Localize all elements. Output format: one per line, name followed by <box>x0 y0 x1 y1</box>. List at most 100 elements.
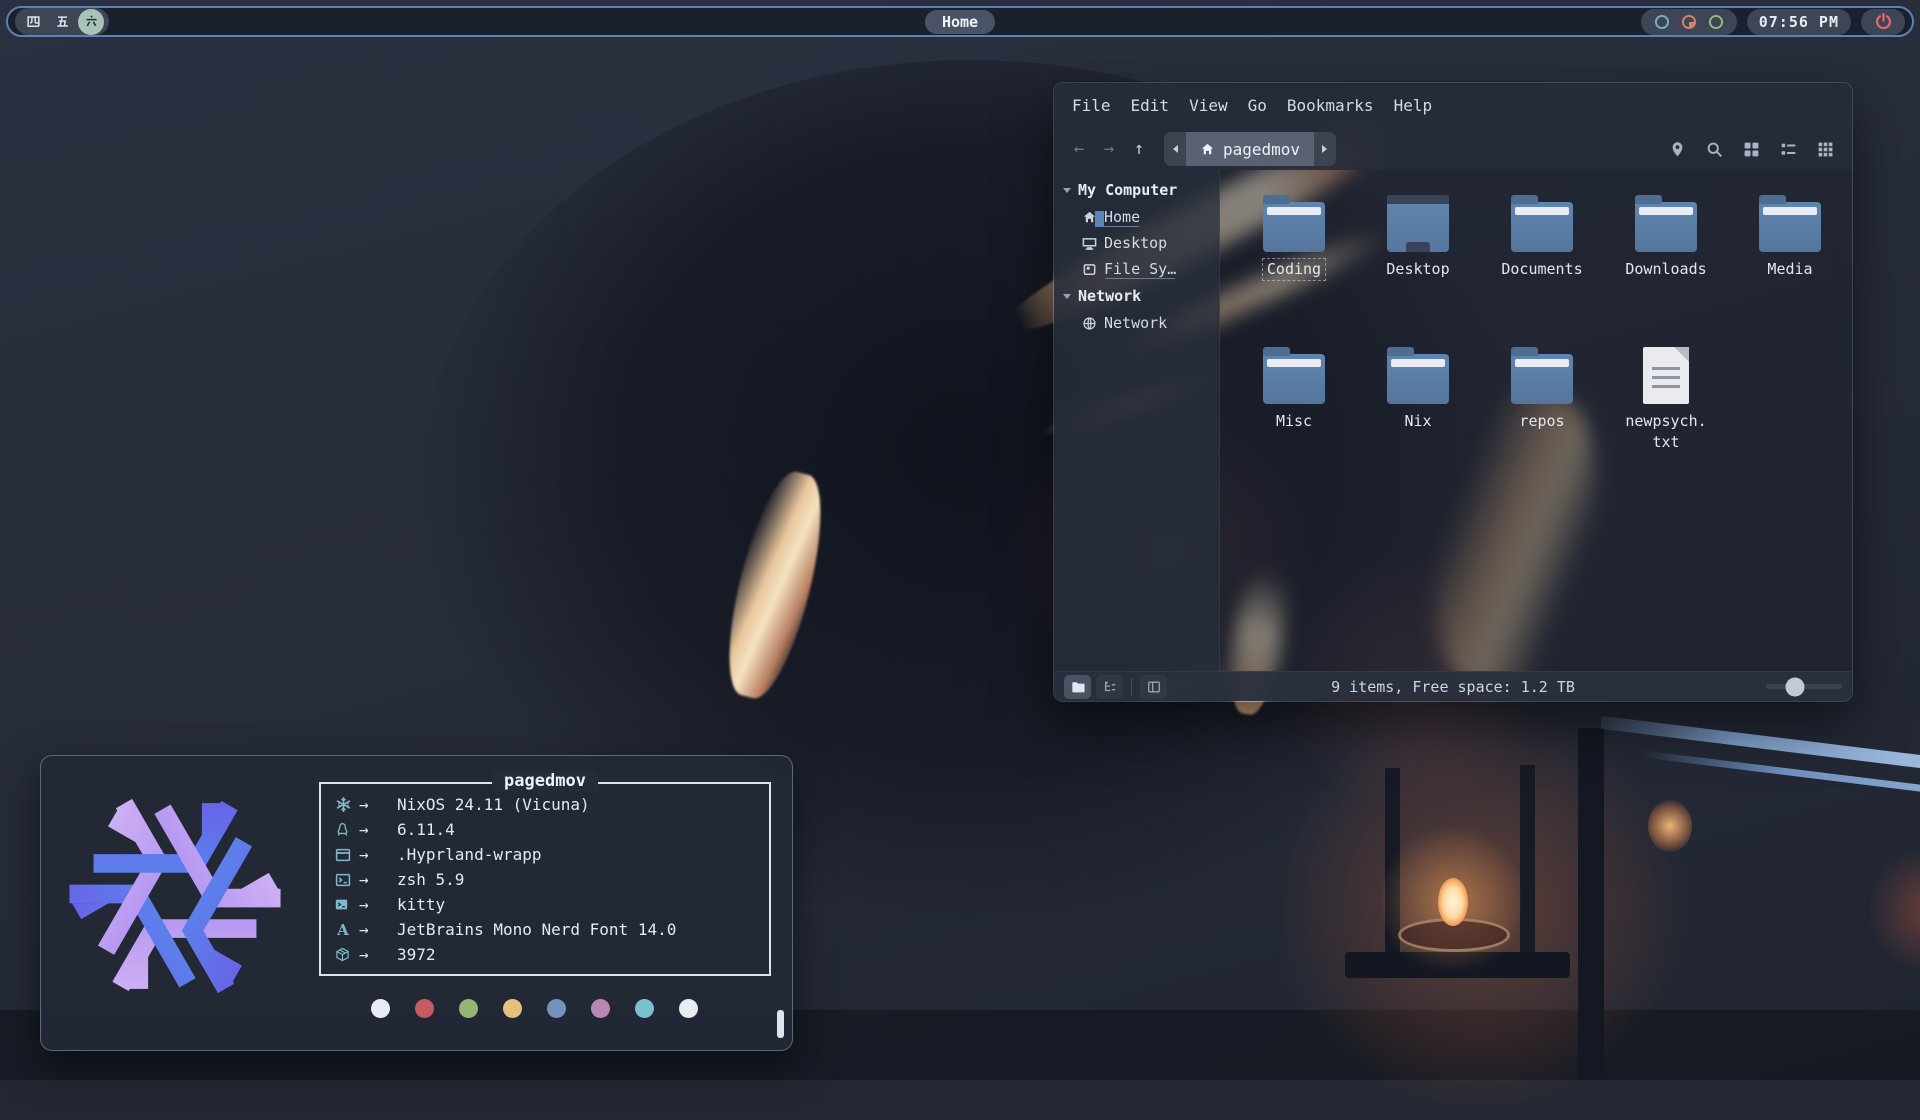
teal-circle-icon[interactable] <box>1653 13 1671 31</box>
list-view-icon[interactable] <box>1780 141 1797 158</box>
up-button[interactable]: ↑ <box>1124 139 1154 159</box>
folder-icon <box>1511 354 1573 404</box>
home-icon <box>1082 210 1097 225</box>
wallpaper-lantern-frame <box>1385 768 1400 968</box>
status-bar: 9 items, Free space: 1.2 TB <box>1054 671 1852 701</box>
location-pin-icon[interactable] <box>1669 141 1686 158</box>
file-item-nix[interactable]: Nix <box>1356 332 1480 484</box>
fetch-row-font: A → JetBrains Mono Nerd Font 14.0 <box>335 917 759 942</box>
fetch-shell-value: zsh 5.9 <box>397 870 464 889</box>
toolbar: ← → ↑ pagedmov <box>1054 128 1852 170</box>
forward-button[interactable]: → <box>1094 139 1124 159</box>
file-item-coding[interactable]: Coding <box>1232 180 1356 332</box>
sidebar-section-my-computer[interactable]: My Computer <box>1054 176 1219 204</box>
zoom-slider-knob[interactable] <box>1785 677 1804 696</box>
places-pane-button[interactable] <box>1064 675 1091 699</box>
file-manager-window: File Edit View Go Bookmarks Help ← → ↑ p… <box>1053 82 1853 702</box>
status-text: 9 items, Free space: 1.2 TB <box>1331 678 1575 696</box>
folder-icon <box>1387 354 1449 404</box>
arrow-icon: → <box>359 895 397 914</box>
workspaces-pill <box>15 8 109 35</box>
path-scroll-left-button[interactable] <box>1164 132 1186 166</box>
file-item-label: newpsych.txt <box>1618 411 1714 453</box>
nixos-logo <box>61 782 289 1010</box>
menu-edit[interactable]: Edit <box>1121 92 1180 119</box>
shell-icon <box>335 872 359 888</box>
arrow-icon: → <box>359 795 397 814</box>
expander-icon[interactable] <box>1062 291 1072 301</box>
file-item-label: Downloads <box>1621 259 1710 280</box>
workspace-4[interactable] <box>20 9 46 35</box>
wallpaper-candle-glow <box>1270 700 1690 1120</box>
wallpaper-light-streak <box>1600 716 1920 769</box>
statusbar-separator <box>1131 678 1132 696</box>
workspace-5[interactable] <box>49 9 75 35</box>
zoom-slider-track[interactable] <box>1766 684 1842 689</box>
path-scroll-right-button[interactable] <box>1314 132 1336 166</box>
wallpaper-lantern-frame <box>1520 765 1535 970</box>
text-file-icon <box>1643 347 1689 404</box>
path-tab-label: pagedmov <box>1223 140 1300 159</box>
sidebar-item-label: Home <box>1104 208 1140 226</box>
menu-view[interactable]: View <box>1179 92 1238 119</box>
tree-pane-button[interactable] <box>1096 675 1123 699</box>
svg-text:A: A <box>336 922 349 938</box>
workspace-6-active[interactable] <box>78 9 104 35</box>
file-item-label: Media <box>1763 259 1816 280</box>
arrow-icon: → <box>359 845 397 864</box>
compact-view-icon[interactable] <box>1817 141 1834 158</box>
fetch-info-box: pagedmov → NixOS 24.11 (Vicuna) → 6.11.4 <box>319 782 771 976</box>
file-item-label: Coding <box>1263 259 1325 280</box>
menu-bar: File Edit View Go Bookmarks Help <box>1054 83 1852 128</box>
terminal-scrollbar[interactable] <box>777 1010 784 1038</box>
terminal-window[interactable]: pagedmov → NixOS 24.11 (Vicuna) → 6.11.4 <box>40 755 793 1051</box>
menu-file[interactable]: File <box>1062 92 1121 119</box>
fetch-wm-value: .Hyprland-wrapp <box>397 845 542 864</box>
menu-bookmarks[interactable]: Bookmarks <box>1277 92 1384 119</box>
nixos-icon <box>335 796 359 813</box>
sidebar-item-network[interactable]: Network <box>1054 310 1219 336</box>
fetch-font-value: JetBrains Mono Nerd Font 14.0 <box>397 920 676 939</box>
file-view[interactable]: Coding Desktop Documents Downloads Media <box>1220 170 1852 671</box>
side-pane-toggle-button[interactable] <box>1140 675 1167 699</box>
search-icon[interactable] <box>1706 141 1723 158</box>
palette-dot <box>503 999 522 1018</box>
wallpaper-corner-glow <box>1870 850 1920 970</box>
file-item-documents[interactable]: Documents <box>1480 180 1604 332</box>
menu-go[interactable]: Go <box>1238 92 1277 119</box>
top-bar: Home 07:56 PM <box>6 6 1914 37</box>
file-item-desktop[interactable]: Desktop <box>1356 180 1480 332</box>
menu-help[interactable]: Help <box>1384 92 1443 119</box>
file-grid: Coding Desktop Documents Downloads Media <box>1232 180 1852 484</box>
power-button[interactable] <box>1861 9 1905 35</box>
file-item-newpsych-txt[interactable]: newpsych.txt <box>1604 332 1728 484</box>
file-item-media[interactable]: Media <box>1728 180 1852 332</box>
sidebar-item-desktop[interactable]: Desktop <box>1054 230 1219 256</box>
icon-view-icon[interactable] <box>1743 141 1760 158</box>
clock-pill: 07:56 PM <box>1747 9 1851 35</box>
window-manager-icon <box>335 847 359 863</box>
file-item-misc[interactable]: Misc <box>1232 332 1356 484</box>
file-item-label: Documents <box>1497 259 1586 280</box>
desktop-folder-icon <box>1387 195 1449 252</box>
file-item-repos[interactable]: repos <box>1480 332 1604 484</box>
green-circle-icon[interactable] <box>1707 13 1725 31</box>
fetch-terminal-value: kitty <box>397 895 445 914</box>
file-item-label: Misc <box>1272 411 1316 432</box>
zoom-slider[interactable] <box>1766 684 1842 689</box>
expander-icon[interactable] <box>1062 185 1072 195</box>
back-button[interactable]: ← <box>1064 139 1094 159</box>
folder-icon <box>1511 202 1573 252</box>
workspace-6-glyph <box>84 14 99 29</box>
tray-pill <box>1641 9 1737 35</box>
file-item-downloads[interactable]: Downloads <box>1604 180 1728 332</box>
sidebar-section-network[interactable]: Network <box>1054 282 1219 310</box>
path-tab-home[interactable]: pagedmov <box>1186 132 1314 166</box>
orange-record-icon[interactable] <box>1680 13 1698 31</box>
fetch-kernel-value: 6.11.4 <box>397 820 455 839</box>
palette-dot <box>371 999 390 1018</box>
sidebar-item-home[interactable]: Home <box>1054 204 1219 230</box>
fetch-row-packages: → 3972 <box>335 942 759 967</box>
wallpaper-flame <box>1438 878 1468 926</box>
sidebar-item-filesystem[interactable]: File Sy… <box>1054 256 1219 282</box>
